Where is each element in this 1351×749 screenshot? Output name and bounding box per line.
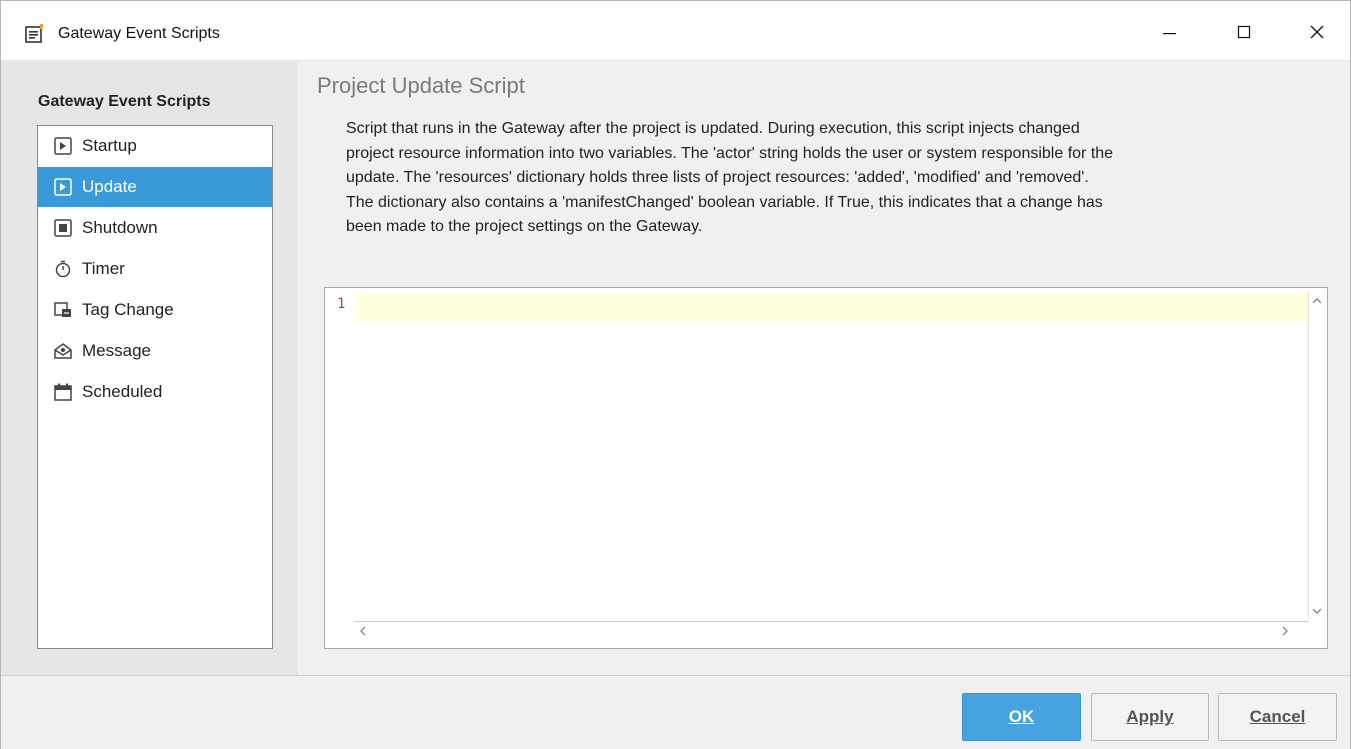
sidebar-item-message[interactable]: Message [38,331,272,371]
sidebar-item-label: Shutdown [82,218,158,237]
current-line-highlight[interactable] [356,293,1308,321]
script-editor[interactable]: 1 [324,287,1328,649]
description-line: Script that runs in the Gateway after th… [346,120,1080,137]
sidebar-item-label: Scheduled [82,382,163,401]
sidebar-item-scheduled[interactable]: Scheduled [38,372,272,412]
description-line: update. The 'resources' dictionary holds… [346,169,1089,186]
tag-change-icon [53,300,73,320]
close-button[interactable] [1302,19,1332,49]
update-icon [53,177,73,197]
sidebar-item-label: Timer [82,259,125,278]
sidebar-item-timer[interactable]: Timer [38,249,272,289]
vertical-scrollbar[interactable] [1308,292,1325,621]
scroll-up-icon[interactable] [1312,294,1322,308]
sidebar-title: Gateway Event Scripts [38,93,211,110]
window-title: Gateway Event Scripts [58,25,220,42]
sidebar-item-label: Message [82,341,151,360]
script-panel: Project Update Script Script that runs i… [298,62,1350,675]
sidebar-item-startup[interactable]: Startup [38,126,272,166]
scroll-left-icon[interactable] [359,625,367,639]
sidebar-item-label: Update [82,177,137,196]
horizontal-scrollbar[interactable] [355,621,1308,638]
minimize-icon [1161,24,1177,44]
timer-icon [53,259,73,279]
description-line: been made to the project settings on the… [346,218,703,235]
title-bar[interactable]: Gateway Event Scripts [1,1,1350,61]
gateway-event-scripts-dialog: Gateway Event Scripts Gateway Event Scri… [0,0,1351,749]
maximize-button[interactable] [1229,19,1259,49]
line-number: 1 [337,296,346,312]
message-icon [53,341,73,361]
maximize-icon [1236,24,1252,44]
event-list[interactable]: Startup Update Shutdown Timer Tag Change… [37,125,273,649]
sidebar-item-tag-change[interactable]: Tag Change [38,290,272,330]
apply-button[interactable]: Apply [1091,693,1209,741]
script-window-icon [25,24,45,43]
shutdown-icon [53,218,73,238]
description-line: project resource information into two va… [346,144,1114,162]
dialog-footer: OK Apply Cancel [1,675,1350,749]
close-icon [1309,24,1325,44]
minimize-button[interactable] [1154,19,1184,49]
startup-icon [53,136,73,156]
scroll-right-icon[interactable] [1281,625,1289,639]
description-line: The dictionary also contains a 'manifest… [346,193,1103,211]
ok-button[interactable]: OK [962,693,1081,741]
sidebar-item-update[interactable]: Update [38,167,272,207]
sidebar-panel: Gateway Event Scripts Startup Update Shu… [1,62,298,675]
sidebar-item-label: Tag Change [82,300,174,319]
cancel-button[interactable]: Cancel [1218,693,1337,741]
page-title: Project Update Script [317,73,525,98]
scheduled-icon [53,382,73,402]
line-number-gutter: 1 [325,288,355,621]
sidebar-item-label: Startup [82,136,137,155]
script-description: Script that runs in the Gateway after th… [346,117,1336,240]
sidebar-item-shutdown[interactable]: Shutdown [38,208,272,248]
scroll-down-icon[interactable] [1312,604,1322,618]
